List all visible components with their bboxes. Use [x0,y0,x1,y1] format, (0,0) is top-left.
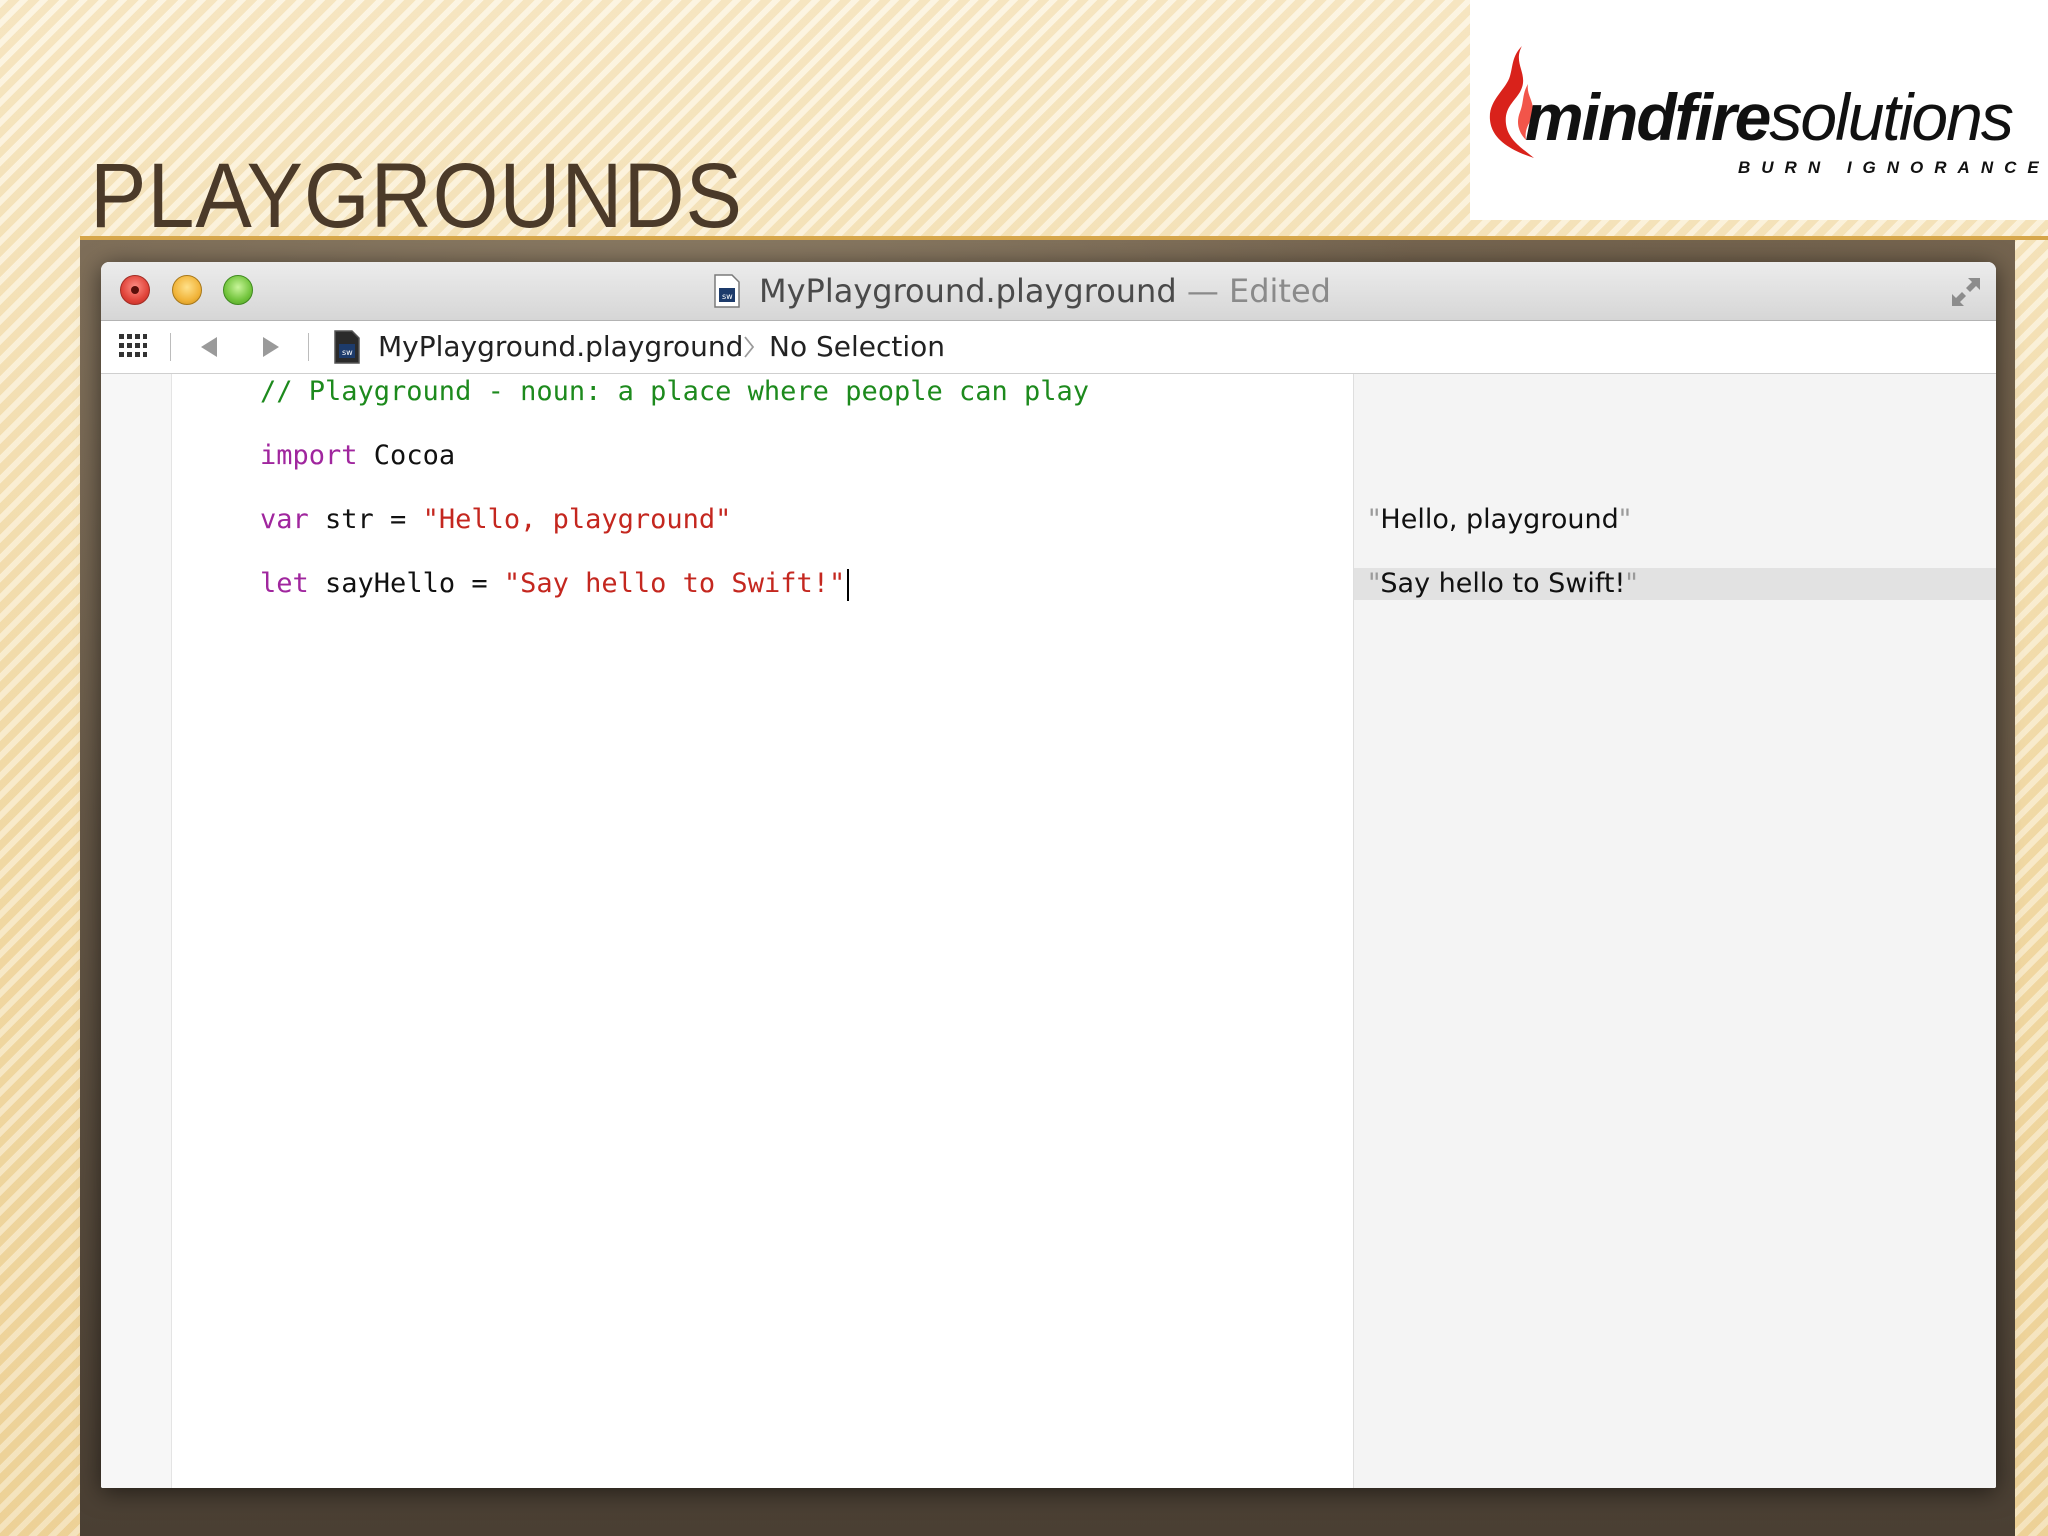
window-title: MyPlayground.playground — Edited [759,272,1331,310]
breadcrumb-selection[interactable]: No Selection [769,329,945,365]
window-title-separator: — [1176,272,1229,310]
result-quote: " [1625,568,1638,599]
slide-title: PLAYGROUNDS [90,145,743,247]
result-value: Say hello to Swift! [1380,568,1626,599]
logo-brand-strong: mindfire [1525,80,1771,154]
logo-wordmark: mindfiresolutions [1525,84,2014,150]
zoom-button[interactable] [223,275,253,305]
logo-brand-light: solutions [1769,80,2013,154]
svg-text:sw: sw [342,348,353,357]
result-value: Hello, playground [1380,504,1619,535]
code-comment: // Playground - noun: a place where peop… [260,376,1090,407]
forward-arrow-icon[interactable] [259,335,283,359]
result-quote: " [1368,568,1381,599]
code-text: str = [308,504,423,535]
close-button[interactable] [120,275,150,305]
code-line-3: var str = "Hello, playground" [260,502,731,538]
code-line-1: // Playground - noun: a place where peop… [260,374,1089,410]
code-string: "Say hello to Swift!" [503,568,846,599]
code-string: "Hello, playground" [422,504,732,535]
code-editor[interactable]: // Playground - noun: a place where peop… [172,374,1352,1488]
code-line-4: let sayHello = "Say hello to Swift!" [260,566,850,602]
code-text: Cocoa [357,440,456,471]
results-sidebar: "Hello, playground" "Say hello to Swift!… [1353,374,1996,1488]
svg-text:sw: sw [722,292,733,301]
result-row[interactable]: "Hello, playground" [1354,504,1996,536]
code-keyword: import [260,440,358,471]
breadcrumb-file[interactable]: MyPlayground.playground [378,329,743,365]
result-quote: " [1618,504,1632,535]
logo-tagline: BURN IGNORANCE [1738,158,2048,177]
code-line-2: import Cocoa [260,438,455,474]
chevron-right-icon [744,336,755,358]
jump-bar: sw MyPlayground.playground No Selection [101,321,1996,374]
editor-gutter [101,374,172,1488]
jumpbar-divider [170,333,171,361]
jumpbar-divider [308,333,309,361]
edited-label: Edited [1228,272,1331,310]
minimize-button[interactable] [172,275,202,305]
playground-file-icon: sw [334,330,360,364]
back-arrow-icon[interactable] [197,335,221,359]
code-keyword: let [260,568,309,599]
window-titlebar[interactable]: sw MyPlayground.playground — Edited [101,262,1996,321]
playground-window: sw MyPlayground.playground — Edited sw M… [101,262,1996,1488]
window-title-filename: MyPlayground.playground [759,272,1177,310]
result-row[interactable]: "Say hello to Swift!" [1354,568,1996,600]
related-items-grid-icon[interactable] [119,334,147,360]
text-caret [847,568,850,601]
result-quote: " [1368,504,1381,535]
playground-file-icon: sw [714,274,740,308]
fullscreen-icon[interactable] [1948,274,1984,310]
code-text: sayHello = [308,568,504,599]
code-keyword: var [260,504,309,535]
